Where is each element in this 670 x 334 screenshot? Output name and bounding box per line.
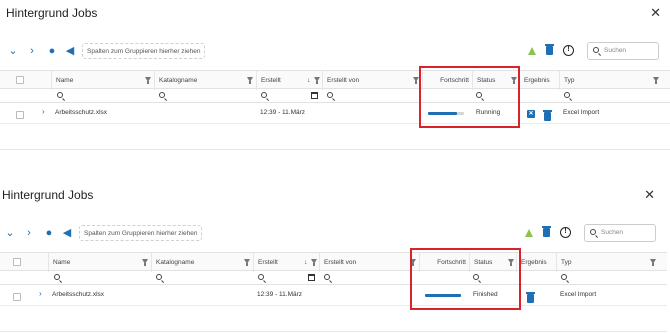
column-header-erstellt[interactable]: Erstellt ↓ xyxy=(256,71,322,90)
group-by-dropzone[interactable]: Spalten zum Gruppieren hierher ziehen xyxy=(79,225,203,241)
chevron-right-icon[interactable]: › xyxy=(39,289,42,298)
trash-icon[interactable] xyxy=(545,44,554,55)
cell-name: Arbeitsschutz.xlsx xyxy=(55,109,108,116)
sort-desc-icon: ↓ xyxy=(307,77,311,84)
column-header-ergebnis[interactable]: Ergebnis xyxy=(516,253,556,272)
toolbar: ⌄ › ● ◀ Spalten zum Gruppieren hierher z… xyxy=(0,42,670,62)
column-header-name[interactable]: Name xyxy=(48,253,151,272)
chevron-right-icon[interactable]: › xyxy=(42,107,45,116)
column-header-katalogname[interactable]: Katalogname xyxy=(154,71,256,90)
chevron-down-icon[interactable]: ⌄ xyxy=(3,226,17,240)
search-input[interactable]: Suchen xyxy=(584,224,656,242)
search-icon[interactable] xyxy=(258,274,264,280)
close-box-icon[interactable]: ✕ xyxy=(527,110,535,118)
grid-header: Name Katalogname Erstellt ↓ Erstellt von … xyxy=(0,252,667,272)
trash-icon[interactable] xyxy=(542,226,551,237)
column-label: Erstellt von xyxy=(327,77,360,84)
row-checkbox[interactable] xyxy=(13,293,21,301)
search-placeholder: Suchen xyxy=(604,47,627,54)
column-header-katalogname[interactable]: Katalogname xyxy=(151,253,253,272)
column-label: Typ xyxy=(564,77,575,84)
search-input[interactable]: Suchen xyxy=(587,42,659,60)
select-all-checkbox[interactable] xyxy=(13,258,21,266)
background-jobs-panel-finished: Hintergrund Jobs ✕ ⌄ › ● ◀ Spalten zum G… xyxy=(0,182,667,332)
column-header-typ[interactable]: Typ xyxy=(559,71,670,90)
search-icon[interactable] xyxy=(159,92,165,98)
group-by-dropzone[interactable]: Spalten zum Gruppieren hierher ziehen xyxy=(82,43,206,59)
column-header-name[interactable]: Name xyxy=(51,71,154,90)
megaphone-icon[interactable]: ◀ xyxy=(63,44,77,58)
highlight-box xyxy=(410,248,521,310)
column-header-erstellt-von[interactable]: Erstellt von xyxy=(322,71,422,90)
chevron-right-icon[interactable]: › xyxy=(25,44,39,58)
filter-icon[interactable] xyxy=(311,259,317,266)
search-icon[interactable] xyxy=(54,274,60,280)
row-checkbox[interactable] xyxy=(16,111,24,119)
help-icon[interactable]: ! xyxy=(563,45,574,56)
sort-desc-icon: ↓ xyxy=(304,259,308,266)
column-label: Erstellt von xyxy=(324,259,357,266)
search-icon xyxy=(590,229,596,235)
warning-icon[interactable] xyxy=(528,47,536,55)
warning-icon[interactable] xyxy=(525,229,533,237)
calendar-icon[interactable] xyxy=(311,92,318,99)
user-icon[interactable]: ● xyxy=(45,44,59,58)
column-header-typ[interactable]: Typ xyxy=(556,253,667,272)
column-header-erstellt[interactable]: Erstellt ↓ xyxy=(253,253,319,272)
panel-title: Hintergrund Jobs xyxy=(2,188,94,202)
filter-icon[interactable] xyxy=(244,259,250,266)
filter-row xyxy=(0,271,667,285)
close-icon[interactable]: ✕ xyxy=(650,5,661,21)
column-label: Katalogname xyxy=(159,77,198,84)
panel-title: Hintergrund Jobs xyxy=(6,6,98,20)
search-icon[interactable] xyxy=(57,92,63,98)
column-label: Name xyxy=(56,77,74,84)
column-label: Name xyxy=(53,259,71,266)
close-icon[interactable]: ✕ xyxy=(644,187,655,203)
filter-icon[interactable] xyxy=(650,259,656,266)
table-row[interactable]: › Arbeitsschutz.xlsx 12:39 - 11.März Fin… xyxy=(0,285,667,306)
search-icon[interactable] xyxy=(327,92,333,98)
search-placeholder: Suchen xyxy=(601,229,624,236)
filter-icon[interactable] xyxy=(653,77,659,84)
cell-erstellt: 12:39 - 11.März xyxy=(257,291,303,298)
trash-icon[interactable] xyxy=(526,292,535,303)
filter-icon[interactable] xyxy=(142,259,148,266)
column-header-erstellt-von[interactable]: Erstellt von xyxy=(319,253,419,272)
filter-row xyxy=(0,89,670,103)
help-icon[interactable]: ! xyxy=(560,227,571,238)
highlight-box xyxy=(419,66,520,128)
filter-icon[interactable] xyxy=(314,77,320,84)
table-row[interactable]: › Arbeitsschutz.xlsx 12:39 - 11.März Run… xyxy=(0,103,670,124)
chevron-right-icon[interactable]: › xyxy=(22,226,36,240)
background-jobs-panel-running: Hintergrund Jobs ✕ ⌄ › ● ◀ Spalten zum G… xyxy=(0,0,670,150)
column-header-ergebnis[interactable]: Ergebnis xyxy=(519,71,559,90)
calendar-icon[interactable] xyxy=(308,274,315,281)
search-icon[interactable] xyxy=(261,92,267,98)
select-all-checkbox[interactable] xyxy=(16,76,24,84)
column-label: Erstellt xyxy=(258,259,278,266)
cell-typ: Excel Import xyxy=(560,291,597,298)
filter-icon[interactable] xyxy=(145,77,151,84)
search-icon[interactable] xyxy=(564,92,570,98)
search-icon[interactable] xyxy=(561,274,567,280)
column-label: Typ xyxy=(561,259,572,266)
chevron-down-icon[interactable]: ⌄ xyxy=(6,44,20,58)
cell-name: Arbeitsschutz.xlsx xyxy=(52,291,105,298)
toolbar: ⌄ › ● ◀ Spalten zum Gruppieren hierher z… xyxy=(0,224,667,244)
column-label: Erstellt xyxy=(261,77,281,84)
trash-icon[interactable] xyxy=(543,110,552,121)
megaphone-icon[interactable]: ◀ xyxy=(60,226,74,240)
user-icon[interactable]: ● xyxy=(42,226,56,240)
search-icon xyxy=(593,47,599,53)
cell-erstellt: 12:39 - 11.März xyxy=(260,109,306,116)
grid-header: Name Katalogname Erstellt ↓ Erstellt von … xyxy=(0,70,670,90)
cell-typ: Excel Import xyxy=(563,109,600,116)
search-icon[interactable] xyxy=(156,274,162,280)
filter-icon[interactable] xyxy=(247,77,253,84)
search-icon[interactable] xyxy=(324,274,330,280)
column-label: Katalogname xyxy=(156,259,195,266)
